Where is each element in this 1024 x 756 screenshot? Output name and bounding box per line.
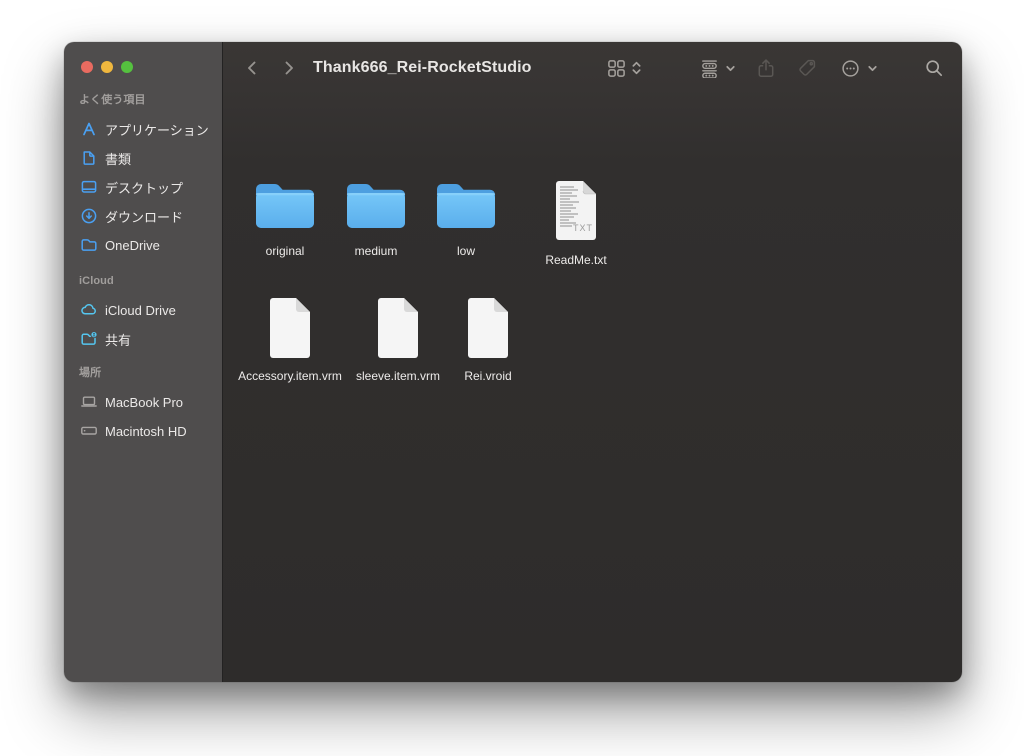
traffic-lights — [81, 61, 133, 73]
file-item-rei-vroid[interactable]: Rei.vroid — [433, 296, 543, 384]
folder-icon — [80, 236, 98, 254]
file-label: medium — [354, 244, 398, 258]
search-button[interactable] — [924, 42, 944, 94]
txt-badge: TXT — [573, 223, 593, 233]
share-icon — [756, 58, 776, 79]
file-label: original — [265, 244, 305, 258]
file-label: sleeve.item.vrm — [355, 369, 441, 383]
chevron-left-icon — [243, 58, 261, 78]
sidebar-item-label: ダウンロード — [105, 209, 184, 225]
finder-main-pane: Thank666_Rei-RocketStudio original mediu… — [223, 42, 962, 682]
sidebar-item-downloads[interactable]: ダウンロード — [70, 204, 216, 228]
file-label: low — [456, 244, 475, 258]
sidebar-item-icloud-drive[interactable]: iCloud Drive — [70, 298, 216, 322]
minimize-button[interactable] — [101, 61, 113, 73]
document-icon — [80, 149, 98, 167]
back-button[interactable] — [243, 42, 261, 94]
sidebar-item-macbook-pro[interactable]: MacBook Pro — [70, 390, 216, 414]
sidebar-section-favorites: よく使う項目 アプリケーション 書類 デスクトップ ダウンロード OneDriv… — [64, 93, 222, 262]
sidebar-item-label: アプリケーション — [105, 122, 209, 138]
sidebar-item-shared[interactable]: 共有 — [70, 327, 216, 351]
shared-folder-icon — [80, 330, 98, 348]
laptop-icon — [80, 393, 98, 411]
up-down-chevrons-icon — [631, 59, 642, 77]
download-circle-icon — [80, 207, 98, 225]
sidebar-item-applications[interactable]: アプリケーション — [70, 117, 216, 141]
sidebar-section-header: よく使う項目 — [79, 94, 146, 106]
file-label: Accessory.item.vrm — [238, 369, 342, 383]
chevron-down-icon — [866, 62, 879, 75]
sidebar-item-label: Macintosh HD — [105, 423, 187, 439]
file-item-medium[interactable]: medium — [326, 180, 426, 259]
sidebar-section-locations: 場所 MacBook Pro Macintosh HD — [64, 366, 222, 448]
sidebar-section-header: iCloud — [79, 275, 114, 287]
sidebar-item-documents[interactable]: 書類 — [70, 146, 216, 170]
folder-icon — [345, 180, 407, 233]
magnifier-icon — [924, 58, 944, 78]
file-item-original[interactable]: original — [235, 180, 335, 259]
sidebar-section-header: 場所 — [79, 367, 102, 379]
file-item-accessory-vrm[interactable]: Accessory.item.vrm — [235, 296, 345, 384]
sidebar-section-icloud: iCloud iCloud Drive 共有 — [64, 274, 222, 356]
zoom-button[interactable] — [121, 61, 133, 73]
grid-view-icon — [607, 59, 626, 78]
text-file-icon: TXT — [552, 179, 600, 242]
blank-file-icon — [465, 296, 511, 358]
sidebar-item-label: iCloud Drive — [105, 302, 176, 318]
sidebar-item-label: 共有 — [105, 332, 132, 348]
tag-icon — [797, 58, 817, 78]
forward-button[interactable] — [280, 42, 298, 94]
sidebar-item-desktop[interactable]: デスクトップ — [70, 175, 216, 199]
finder-window: よく使う項目 アプリケーション 書類 デスクトップ ダウンロード OneDriv… — [64, 42, 962, 682]
ellipsis-circle-icon — [840, 58, 861, 79]
file-label: ReadMe.txt — [545, 253, 607, 267]
sidebar-item-label: OneDrive — [105, 237, 160, 253]
blank-file-icon — [375, 296, 421, 358]
sidebar: よく使う項目 アプリケーション 書類 デスクトップ ダウンロード OneDriv… — [64, 42, 223, 682]
sidebar-item-label: デスクトップ — [105, 180, 184, 196]
sidebar-item-macintosh-hd[interactable]: Macintosh HD — [70, 419, 216, 443]
sidebar-item-label: 書類 — [105, 151, 132, 167]
file-item-low[interactable]: low — [416, 180, 516, 259]
share-button — [756, 42, 776, 94]
group-by-icon — [700, 59, 719, 78]
file-grid: original medium low TXT ReadMe.txt Acces… — [223, 94, 962, 682]
more-options-button[interactable] — [840, 42, 879, 94]
window-title: Thank666_Rei-RocketStudio — [313, 59, 532, 76]
toolbar: Thank666_Rei-RocketStudio — [223, 42, 962, 94]
sidebar-item-label: MacBook Pro — [105, 394, 184, 410]
blank-file-icon — [267, 296, 313, 358]
group-by-button[interactable] — [700, 42, 737, 94]
folder-icon — [254, 180, 316, 233]
cloud-icon — [80, 301, 98, 319]
file-item-readme[interactable]: TXT ReadMe.txt — [526, 179, 626, 268]
desktop-icon — [80, 178, 98, 196]
view-mode-button[interactable] — [607, 42, 642, 94]
chevron-down-icon — [724, 62, 737, 75]
sidebar-item-onedrive[interactable]: OneDrive — [70, 233, 216, 257]
folder-icon — [435, 180, 497, 233]
close-button[interactable] — [81, 61, 93, 73]
file-label: Rei.vroid — [464, 369, 512, 383]
tag-button — [797, 42, 817, 94]
hard-drive-icon — [80, 422, 98, 440]
chevron-right-icon — [280, 58, 298, 78]
app-store-a-icon — [80, 120, 98, 138]
